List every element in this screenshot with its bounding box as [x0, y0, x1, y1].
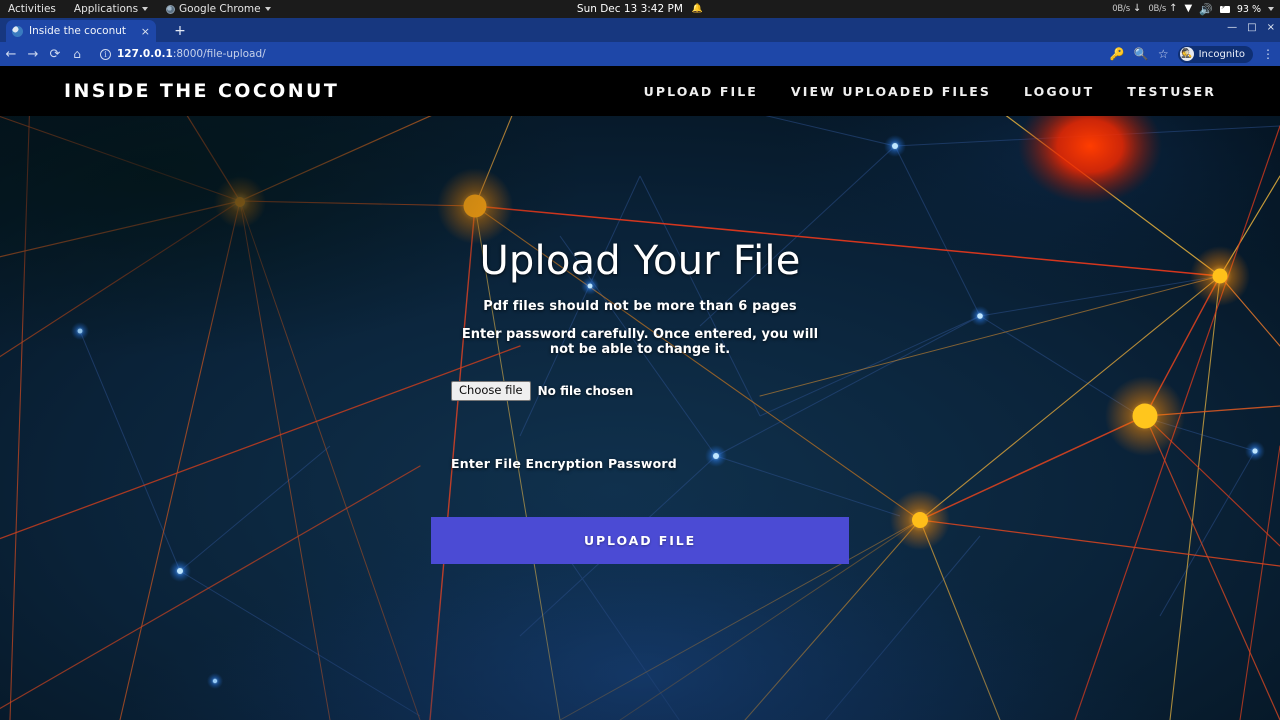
back-icon[interactable]: ← [0, 48, 22, 61]
nav-item-upload-file[interactable]: UPLOAD FILE [644, 84, 758, 99]
address-bar[interactable]: i 127.0.0.1:8000/file-upload/ [94, 45, 1104, 63]
download-arrow-icon: ↓ [1132, 3, 1142, 14]
site-navbar: INSIDE THE COCONUT UPLOAD FILE VIEW UPLO… [0, 66, 1280, 116]
clock-label: Sun Dec 13 3:42 PM [576, 3, 683, 15]
forward-icon[interactable]: → [22, 48, 44, 61]
chrome-icon [166, 4, 176, 14]
upload-speed-indicator: 0B/s ↑ [1148, 3, 1178, 15]
favicon-icon [12, 25, 23, 37]
nav-item-view-uploaded-files[interactable]: VIEW UPLOADED FILES [791, 84, 991, 99]
download-speed-label: 0B/s [1112, 4, 1130, 14]
bookmark-star-icon[interactable]: ☆ [1158, 48, 1169, 60]
nav-item-testuser[interactable]: TESTUSER [1127, 84, 1216, 99]
url-host: 127.0.0.1 [117, 48, 173, 60]
incognito-indicator[interactable]: 🕵 Incognito [1177, 45, 1253, 63]
active-app-label: Google Chrome [179, 3, 261, 15]
download-speed-indicator: 0B/s ↓ [1112, 3, 1142, 15]
home-icon[interactable]: ⌂ [66, 48, 88, 60]
upload-page-content: Upload Your File Pdf files should not be… [0, 116, 1280, 564]
chevron-down-icon [142, 7, 149, 11]
file-input-row[interactable]: Choose file No file chosen [431, 380, 849, 401]
battery-percent-label: 93 % [1236, 3, 1261, 15]
password-warning-text: Enter password carefully. Once entered, … [461, 327, 819, 357]
tab-title: Inside the coconut [29, 25, 126, 37]
activities-button[interactable]: Activities [8, 3, 56, 15]
file-chosen-status: No file chosen [537, 383, 634, 398]
window-minimize-button[interactable]: — [1227, 22, 1237, 33]
url-path: :8000/file-upload/ [172, 48, 266, 60]
password-field-label: Enter File Encryption Password [451, 455, 677, 471]
page-viewport: INSIDE THE COCONUT UPLOAD FILE VIEW UPLO… [0, 66, 1280, 720]
battery-icon [1219, 3, 1230, 13]
nav-item-logout[interactable]: LOGOUT [1024, 84, 1094, 99]
upload-speed-label: 0B/s [1148, 4, 1167, 14]
reload-icon[interactable]: ⟳ [44, 48, 66, 61]
zoom-icon[interactable]: 🔍 [1134, 48, 1149, 60]
os-top-bar: Activities Applications Google Chrome Su… [0, 0, 1280, 18]
os-clock[interactable]: Sun Dec 13 3:42 PM 🔔 [577, 3, 703, 15]
window-close-button[interactable]: × [1267, 22, 1275, 33]
choose-file-button[interactable]: Choose file [451, 380, 531, 401]
upload-arrow-icon: ↑ [1169, 3, 1178, 14]
site-nav-links: UPLOAD FILE VIEW UPLOADED FILES LOGOUT T… [644, 84, 1216, 99]
browser-menu-icon[interactable]: ⋮ [1262, 48, 1274, 60]
browser-tab-strip: Inside the coconut × + — □ × [0, 18, 1280, 42]
screen: Activities Applications Google Chrome Su… [0, 0, 1280, 720]
upload-form: Choose file No file chosen Enter File En… [431, 380, 849, 564]
notification-bell-icon: 🔔 [691, 4, 704, 14]
browser-toolbar: ← → ⟳ ⌂ i 127.0.0.1:8000/file-upload/ 🔑 … [0, 42, 1280, 66]
close-icon[interactable]: × [141, 26, 150, 37]
volume-icon: 🔊 [1199, 2, 1213, 16]
window-maximize-button[interactable]: □ [1247, 22, 1256, 33]
incognito-icon: 🕵 [1179, 47, 1194, 61]
chevron-down-icon [264, 7, 271, 11]
applications-menu[interactable]: Applications [73, 3, 149, 15]
password-input[interactable] [451, 478, 831, 501]
page-title: Upload Your File [479, 238, 801, 284]
wifi-icon: ▼ [1184, 3, 1193, 14]
site-info-icon[interactable]: i [100, 48, 111, 60]
incognito-label: Incognito [1198, 48, 1245, 60]
new-tab-button[interactable]: + [171, 22, 189, 40]
active-app-menu[interactable]: Google Chrome [166, 3, 271, 15]
page-subtitle: Pdf files should not be more than 6 page… [483, 299, 797, 314]
url-text: 127.0.0.1:8000/file-upload/ [117, 48, 266, 60]
activities-label: Activities [8, 3, 56, 15]
browser-tab[interactable]: Inside the coconut × [6, 20, 156, 42]
password-key-icon[interactable]: 🔑 [1110, 48, 1125, 60]
applications-label: Applications [73, 3, 139, 15]
upload-file-submit-button[interactable]: UPLOAD FILE [431, 516, 849, 564]
site-brand[interactable]: INSIDE THE COCONUT [64, 80, 339, 102]
os-status-area[interactable]: 0B/s ↓ 0B/s ↑ ▼ 🔊 93 % [1112, 2, 1274, 16]
chevron-down-icon[interactable] [1268, 7, 1274, 11]
